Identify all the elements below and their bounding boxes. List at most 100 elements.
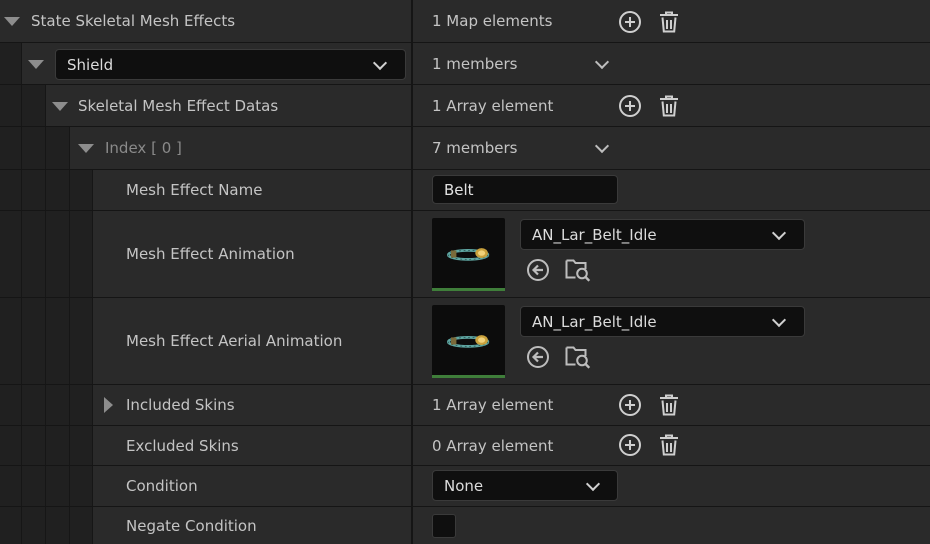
indent-guide bbox=[0, 127, 22, 169]
expand-triangle-down-icon[interactable] bbox=[4, 17, 20, 26]
indent-guide bbox=[22, 127, 46, 169]
array-index-label: Index [ 0 ] bbox=[105, 139, 182, 157]
indent-guide bbox=[46, 466, 70, 506]
asset-name: AN_Lar_Belt_Idle bbox=[532, 312, 657, 331]
condition-value: None bbox=[444, 476, 484, 495]
row-mesh-effect-name: Mesh Effect Name Belt bbox=[0, 170, 930, 211]
row-value-cell bbox=[413, 507, 930, 544]
indent-guide bbox=[70, 170, 93, 210]
indent-guide bbox=[22, 85, 46, 126]
row-name-cell: Excluded Skins bbox=[0, 426, 411, 465]
row-value-cell: 1 members bbox=[413, 43, 930, 84]
row-included-skins: Included Skins 1 Array element bbox=[0, 385, 930, 426]
property-label: Mesh Effect Aerial Animation bbox=[126, 332, 343, 350]
asset-thumbnail[interactable] bbox=[432, 305, 505, 378]
array-element-count: 0 Array element bbox=[432, 436, 554, 455]
add-element-plus-circle-icon[interactable] bbox=[618, 94, 642, 118]
row-name-cell: State Skeletal Mesh Effects bbox=[0, 0, 411, 42]
row-value-cell: AN_Lar_Belt_Idle bbox=[413, 211, 930, 297]
use-selected-arrow-left-circle-icon[interactable] bbox=[526, 258, 550, 282]
use-selected-arrow-left-circle-icon[interactable] bbox=[526, 345, 550, 369]
collapse-triangle-right-icon[interactable] bbox=[104, 397, 113, 413]
chevron-down-icon bbox=[771, 312, 787, 327]
delete-all-trash-icon[interactable] bbox=[657, 94, 681, 118]
asset-type-bar bbox=[432, 288, 505, 291]
row-name-cell: Mesh Effect Name bbox=[0, 170, 411, 210]
row-map-key-shield: Shield 1 members bbox=[0, 43, 930, 85]
index-label: Index bbox=[105, 139, 147, 157]
row-value-cell: 0 Array element bbox=[413, 426, 930, 465]
indent-guide bbox=[46, 385, 70, 425]
indent-guide bbox=[0, 43, 22, 84]
expand-triangle-down-icon[interactable] bbox=[28, 59, 44, 69]
asset-picker-dropdown[interactable]: AN_Lar_Belt_Idle bbox=[520, 219, 805, 250]
map-key-dropdown[interactable]: Shield bbox=[55, 49, 406, 80]
members-chevron-down-icon[interactable] bbox=[594, 54, 610, 69]
indent-guide bbox=[46, 127, 70, 169]
indent-guide bbox=[46, 507, 70, 544]
expand-triangle-down-icon[interactable] bbox=[52, 101, 68, 111]
delete-all-trash-icon[interactable] bbox=[657, 393, 681, 417]
negate-condition-checkbox[interactable] bbox=[432, 513, 456, 538]
property-label: Skeletal Mesh Effect Datas bbox=[78, 96, 279, 115]
property-label: Condition bbox=[126, 477, 198, 495]
indent-guide bbox=[46, 170, 70, 210]
map-key-value: Shield bbox=[67, 55, 114, 74]
property-label: Negate Condition bbox=[126, 516, 257, 535]
mesh-effect-name-input[interactable]: Belt bbox=[432, 175, 618, 204]
member-count: 1 members bbox=[432, 54, 518, 73]
indent-guide bbox=[22, 385, 46, 425]
row-condition: Condition None bbox=[0, 466, 930, 507]
indent-guide bbox=[0, 426, 22, 465]
indent-guide bbox=[70, 211, 93, 297]
property-label: Mesh Effect Name bbox=[126, 181, 263, 199]
row-name-cell: Index [ 0 ] bbox=[0, 127, 411, 169]
asset-thumbnail[interactable] bbox=[432, 218, 505, 291]
browse-folder-search-icon[interactable] bbox=[565, 343, 591, 369]
row-value-cell: 1 Array element bbox=[413, 85, 930, 126]
asset-type-bar bbox=[432, 375, 505, 378]
row-value-cell: Belt bbox=[413, 170, 930, 210]
property-label: Excluded Skins bbox=[126, 436, 239, 455]
indent-guide bbox=[22, 170, 46, 210]
row-name-cell: Negate Condition bbox=[0, 507, 411, 544]
expand-triangle-down-icon[interactable] bbox=[78, 144, 94, 153]
add-element-plus-circle-icon[interactable] bbox=[618, 433, 642, 457]
asset-picker-dropdown[interactable]: AN_Lar_Belt_Idle bbox=[520, 306, 805, 337]
row-index-0: Index [ 0 ] 7 members bbox=[0, 127, 930, 170]
indent-guide bbox=[0, 507, 22, 544]
row-excluded-skins: Excluded Skins 0 Array element bbox=[0, 426, 930, 466]
chevron-down-icon bbox=[585, 476, 601, 491]
indent-guide bbox=[0, 170, 22, 210]
array-element-count: 1 Array element bbox=[432, 96, 554, 115]
row-state-skeletal-mesh-effects: State Skeletal Mesh Effects 1 Map elemen… bbox=[0, 0, 930, 43]
row-value-cell: 7 members bbox=[413, 127, 930, 169]
row-name-cell: Skeletal Mesh Effect Datas bbox=[0, 85, 411, 126]
indent-guide bbox=[0, 211, 22, 297]
add-element-plus-circle-icon[interactable] bbox=[618, 10, 642, 34]
row-negate-condition: Negate Condition bbox=[0, 507, 930, 544]
indent-guide bbox=[70, 466, 93, 506]
belt-thumbnail-image bbox=[442, 240, 496, 268]
members-chevron-down-icon[interactable] bbox=[594, 138, 610, 154]
row-value-cell: AN_Lar_Belt_Idle bbox=[413, 298, 930, 384]
browse-folder-search-icon[interactable] bbox=[565, 256, 591, 282]
details-panel: State Skeletal Mesh Effects 1 Map elemen… bbox=[0, 0, 930, 544]
belt-thumbnail-image bbox=[442, 327, 496, 355]
indent-guide bbox=[0, 85, 22, 126]
indent-guide bbox=[46, 298, 70, 384]
add-element-plus-circle-icon[interactable] bbox=[618, 393, 642, 417]
indent-guide bbox=[0, 298, 22, 384]
delete-all-trash-icon[interactable] bbox=[657, 10, 681, 34]
row-name-cell: Mesh Effect Aerial Animation bbox=[0, 298, 411, 384]
map-element-count: 1 Map elements bbox=[432, 12, 553, 30]
chevron-down-icon bbox=[771, 225, 787, 240]
condition-dropdown[interactable]: None bbox=[432, 470, 618, 501]
index-number: [ 0 ] bbox=[151, 139, 182, 157]
indent-guide bbox=[46, 426, 70, 465]
indent-guide bbox=[22, 507, 46, 544]
delete-all-trash-icon[interactable] bbox=[657, 433, 681, 457]
row-mesh-effect-animation: Mesh Effect Animation AN_Lar_Belt_Idle bbox=[0, 211, 930, 298]
row-value-cell: 1 Map elements bbox=[413, 0, 930, 42]
indent-guide bbox=[22, 426, 46, 465]
